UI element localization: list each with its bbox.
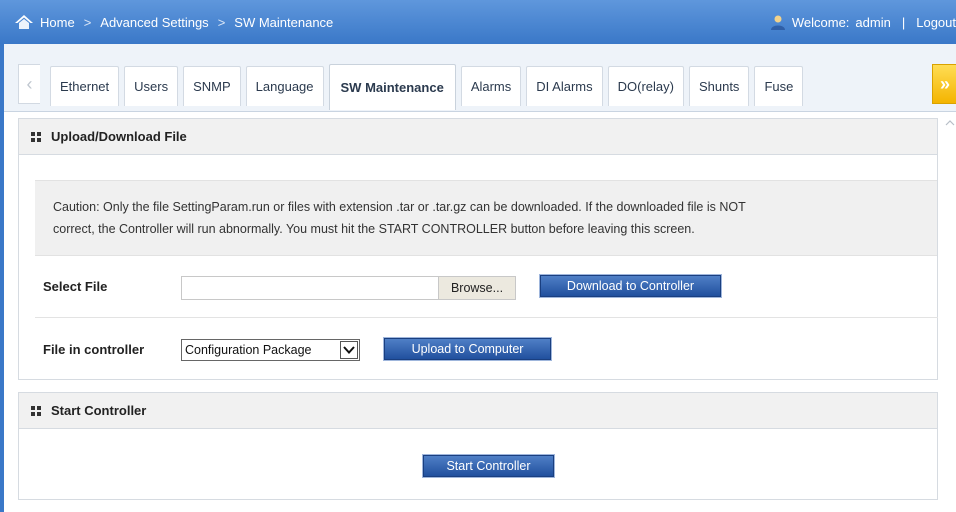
scroll-up-icon [945,120,955,126]
user-icon [770,14,786,30]
grid-icon [31,405,41,416]
top-bar: Home > Advanced Settings > SW Maintenanc… [0,0,956,44]
page-scrollbar[interactable] [944,112,956,512]
upload-to-computer-button[interactable]: Upload to Computer [383,337,552,361]
tab-list: Ethernet Users SNMP Language SW Maintena… [50,64,808,110]
tab-sw-maintenance[interactable]: SW Maintenance [328,64,456,110]
row-divider [35,317,938,318]
home-icon[interactable] [14,13,34,31]
caution-line-1: Caution: Only the file SettingParam.run … [53,200,746,214]
start-controller-title: Start Controller [51,403,147,418]
tab-language[interactable]: Language [245,66,324,106]
browse-button[interactable]: Browse... [439,276,516,300]
upload-download-title: Upload/Download File [51,129,187,144]
start-controller-panel: Start Controller Start Controller [18,392,938,500]
chevron-down-icon[interactable] [340,341,358,359]
chevron-left-icon: ‹ [26,73,33,94]
caution-line-2: correct, the Controller will run abnorma… [53,222,695,236]
breadcrumb-separator: > [83,14,92,30]
tab-snmp[interactable]: SNMP [183,66,241,106]
tab-di-alarms[interactable]: DI Alarms [526,66,603,106]
breadcrumb-sw-maintenance: SW Maintenance [234,14,334,30]
left-accent-bar [0,44,4,512]
start-controller-header: Start Controller [19,393,937,429]
file-path-input[interactable] [181,276,439,300]
username: admin [855,14,891,30]
tab-shunts[interactable]: Shunts [688,66,750,106]
file-in-controller-label: File in controller [43,342,145,357]
breadcrumb-home[interactable]: Home [40,15,75,30]
user-area: Welcome: admin | Logout [770,14,956,30]
download-to-controller-button[interactable]: Download to Controller [539,274,722,298]
file-in-controller-select[interactable]: Configuration Package [181,339,360,361]
file-in-controller-value: Configuration Package [185,343,312,357]
tab-users[interactable]: Users [124,66,179,106]
breadcrumb-separator: > [217,14,226,30]
caution-message: Caution: Only the file SettingParam.run … [35,180,937,256]
tab-scroll-left[interactable]: ‹ [18,64,40,104]
user-divider: | [901,14,906,30]
select-file-label: Select File [43,279,108,294]
tab-ethernet[interactable]: Ethernet [50,66,120,106]
start-controller-button[interactable]: Start Controller [422,454,555,478]
grid-icon [31,131,41,142]
upload-download-header: Upload/Download File [19,119,937,155]
upload-download-panel: Upload/Download File Caution: Only the f… [18,118,938,380]
breadcrumb-advanced-settings[interactable]: Advanced Settings [100,15,208,30]
double-chevron-right-icon: » [939,73,950,94]
tab-fuse[interactable]: Fuse [754,66,804,106]
logout-link[interactable]: Logout [916,15,956,30]
tab-alarms[interactable]: Alarms [460,66,522,106]
tab-strip: ‹ Ethernet Users SNMP Language SW Mainte… [0,44,956,112]
welcome-label: Welcome: [791,14,850,30]
tab-scroll-right[interactable]: » [932,64,956,104]
tab-do-relay[interactable]: DO(relay) [607,66,684,106]
